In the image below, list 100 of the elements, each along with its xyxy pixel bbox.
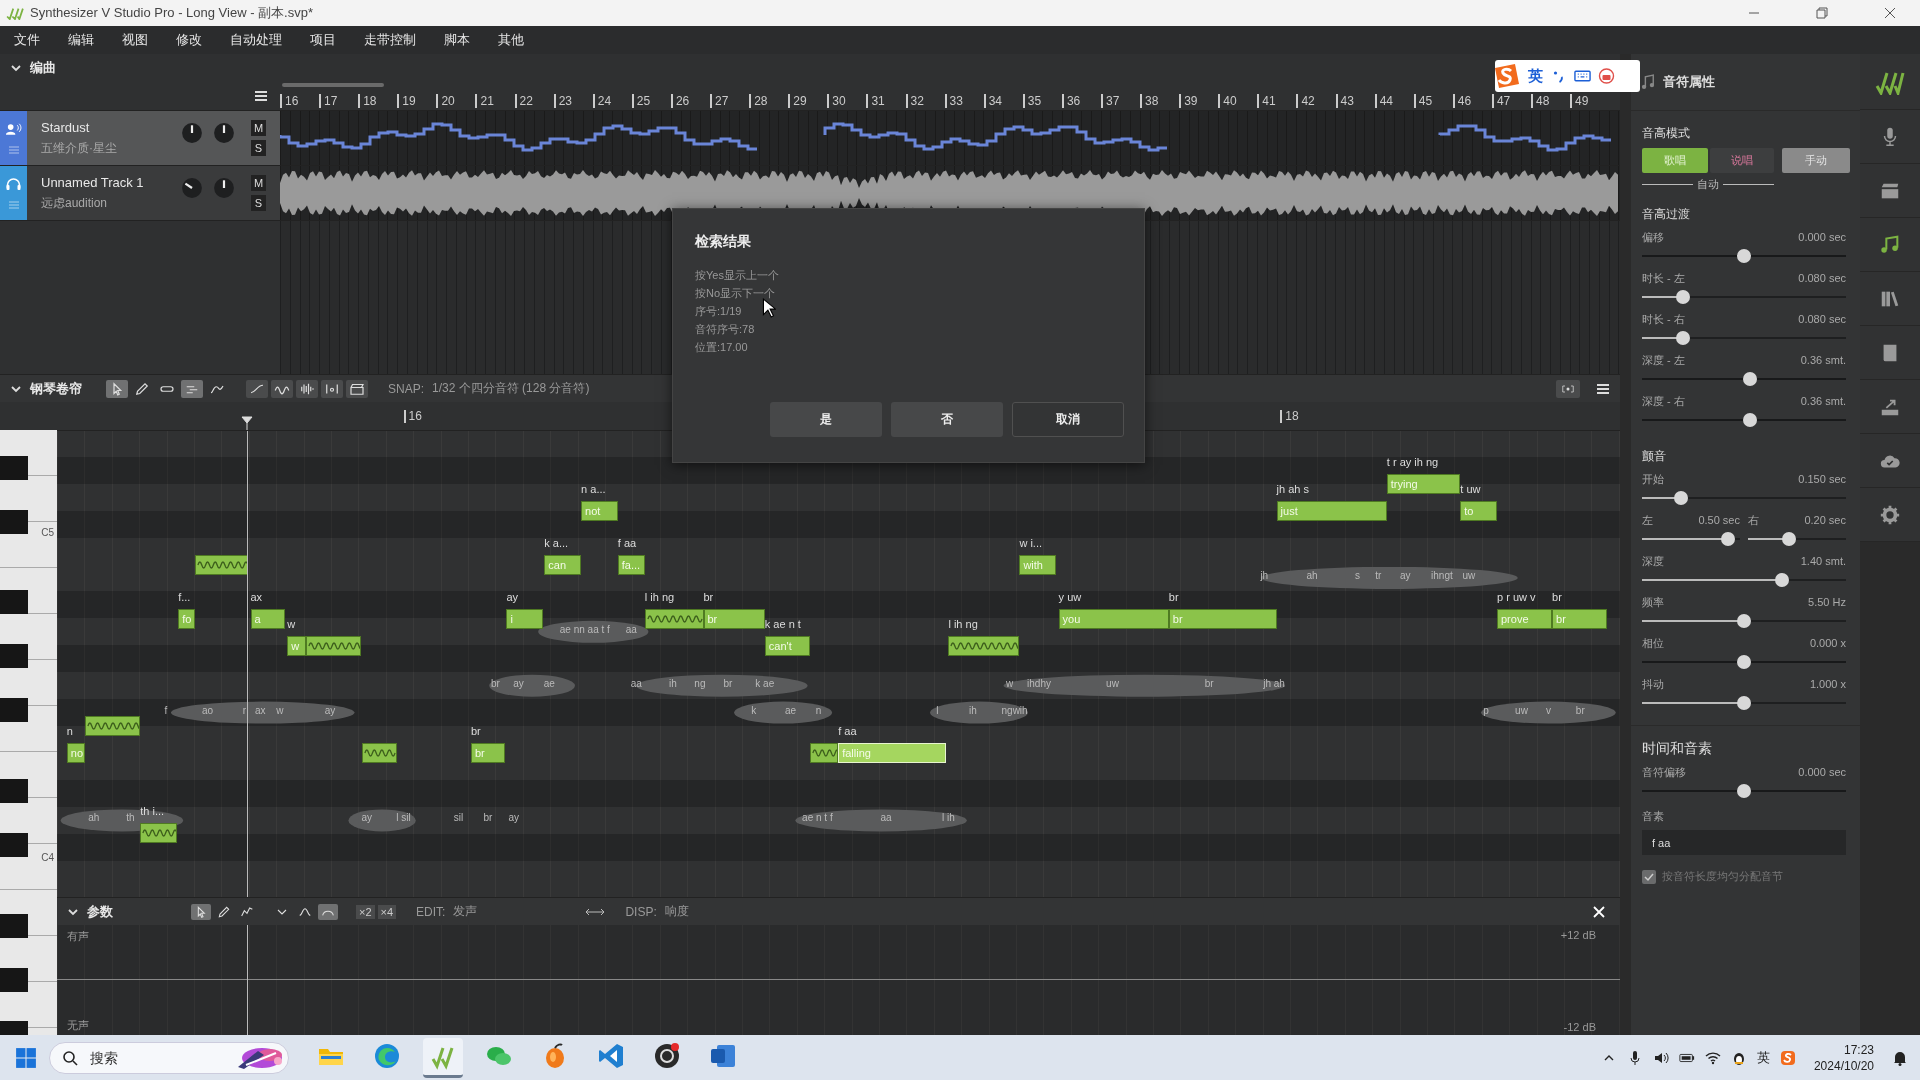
book-icon[interactable]: [1860, 326, 1920, 380]
slider-thumb[interactable]: [1720, 532, 1735, 546]
menu-item[interactable]: 修改: [164, 28, 214, 52]
menu-item[interactable]: 项目: [298, 28, 348, 52]
dialog-button[interactable]: 否: [891, 402, 1003, 437]
mode-button[interactable]: 手动: [1782, 148, 1850, 173]
multiplier-button[interactable]: ×4: [377, 904, 397, 919]
sharp-key[interactable]: [0, 832, 28, 857]
sharp-key[interactable]: [0, 590, 28, 615]
search-field[interactable]: 搜索: [88, 1048, 232, 1067]
menu-item[interactable]: 编辑: [56, 28, 106, 52]
pan-knob[interactable]: [213, 177, 235, 199]
close-icon[interactable]: [1884, 7, 1896, 19]
input-mode-indicator[interactable]: 英: [1756, 1048, 1770, 1067]
slider-thumb[interactable]: [1676, 331, 1691, 345]
slider-thumb[interactable]: [1742, 372, 1757, 386]
swap-arrows-icon[interactable]: [585, 906, 606, 917]
slider-thumb[interactable]: [1737, 696, 1751, 710]
search-icon[interactable]: [62, 1049, 78, 1066]
clapper-view-button[interactable]: [346, 379, 368, 398]
restore-icon[interactable]: [1816, 7, 1828, 19]
menu-item[interactable]: 视图: [110, 28, 160, 52]
piano-keyboard[interactable]: C5 C4: [0, 430, 57, 1035]
pointer-tool-button[interactable]: [106, 379, 128, 398]
note[interactable]: [85, 716, 141, 737]
snap-value[interactable]: 1/32 个四分音符 (128 分音符): [432, 380, 590, 397]
volume-knob[interactable]: [181, 177, 203, 199]
note[interactable]: [305, 635, 361, 656]
mascot-icon[interactable]: [1598, 68, 1615, 84]
menu-icon[interactable]: [254, 90, 268, 102]
slider-thumb[interactable]: [1775, 573, 1789, 587]
note[interactable]: [140, 822, 178, 843]
cloud-check-icon[interactable]: [1860, 434, 1920, 488]
wave-view-button[interactable]: [271, 379, 293, 398]
drag-handle-icon[interactable]: [7, 146, 20, 154]
slider-thumb[interactable]: [1742, 413, 1757, 427]
sharp-key[interactable]: [0, 913, 28, 938]
sharp-key[interactable]: [0, 698, 28, 723]
export-icon[interactable]: [1860, 380, 1920, 434]
dialog-button[interactable]: 取消: [1012, 402, 1124, 437]
waveform-view-button[interactable]: [296, 379, 318, 398]
pan-knob[interactable]: [213, 122, 235, 144]
note[interactable]: [644, 608, 704, 629]
mode-button[interactable]: 说唱: [1710, 148, 1774, 173]
camera-icon[interactable]: [1556, 379, 1580, 398]
clock-date[interactable]: 2024/10/20: [1813, 1057, 1874, 1074]
note[interactable]: [810, 743, 839, 764]
solo-button[interactable]: S: [251, 195, 266, 211]
slider-thumb[interactable]: [1781, 532, 1796, 546]
slider-thumb[interactable]: [1737, 614, 1751, 628]
mute-button[interactable]: M: [251, 175, 266, 191]
dialog-button[interactable]: 是: [770, 402, 882, 437]
multiplier-button[interactable]: ×2: [356, 904, 375, 919]
books-icon[interactable]: [1860, 272, 1920, 326]
note[interactable]: [361, 743, 398, 764]
sharp-key[interactable]: [0, 455, 28, 480]
sharp-key[interactable]: [0, 644, 28, 669]
sharp-key[interactable]: [0, 967, 28, 992]
pointer-tool-button[interactable]: [191, 903, 211, 920]
chevron-down-icon[interactable]: [10, 62, 22, 74]
track-header[interactable]: Unnamed Track 1 远虑audition M S: [0, 166, 280, 220]
windows-start-icon[interactable]: [15, 1046, 37, 1069]
input-mode-indicator[interactable]: 英: [1528, 66, 1543, 86]
settings-icon[interactable]: [1860, 488, 1920, 542]
checkbox[interactable]: [1642, 869, 1656, 884]
slider-thumb[interactable]: [1737, 655, 1751, 669]
slider-thumb[interactable]: [1737, 249, 1751, 263]
note[interactable]: [195, 554, 249, 575]
menu-item[interactable]: 其他: [486, 28, 536, 52]
solo-button[interactable]: S: [251, 140, 266, 156]
slider-thumb[interactable]: [1737, 784, 1751, 798]
slider-thumb[interactable]: [1676, 290, 1691, 304]
bracket-view-button[interactable]: [321, 379, 343, 398]
clapperboard-icon[interactable]: [1860, 164, 1920, 218]
arc-tool-button[interactable]: [318, 903, 338, 920]
track-header[interactable]: Stardust 五维介质·星尘 M S: [0, 111, 280, 165]
curve-view-button[interactable]: [246, 379, 268, 398]
sharp-key[interactable]: [0, 509, 28, 534]
drag-handle-icon[interactable]: [7, 201, 20, 209]
edit-value[interactable]: 发声: [453, 903, 478, 920]
slider-thumb[interactable]: [1674, 491, 1689, 505]
keyboard-icon[interactable]: [1574, 68, 1591, 84]
menu-item[interactable]: 脚本: [432, 28, 482, 52]
clock-time[interactable]: 17:23: [1843, 1041, 1874, 1058]
volume-knob[interactable]: [181, 122, 203, 144]
app-logo-icon[interactable]: [423, 1037, 463, 1078]
menu-item[interactable]: 文件: [2, 28, 52, 52]
search-bar[interactable]: 搜索: [49, 1041, 289, 1074]
playhead-marker-icon[interactable]: [240, 416, 253, 430]
phoneme-field[interactable]: f aa: [1642, 830, 1846, 855]
menu-icon[interactable]: [1596, 382, 1610, 395]
menu-item[interactable]: 走带控制: [352, 28, 428, 52]
input-method-icon[interactable]: [1779, 1049, 1796, 1066]
music-note-icon[interactable]: [1860, 218, 1920, 272]
notification-bell-icon[interactable]: [1892, 1049, 1908, 1066]
scrollbar-thumb[interactable]: [282, 83, 384, 87]
display-value[interactable]: 响度: [664, 903, 689, 920]
menu-item[interactable]: 自动处理: [218, 28, 294, 52]
mute-button[interactable]: M: [251, 120, 266, 136]
note[interactable]: [948, 635, 1020, 656]
